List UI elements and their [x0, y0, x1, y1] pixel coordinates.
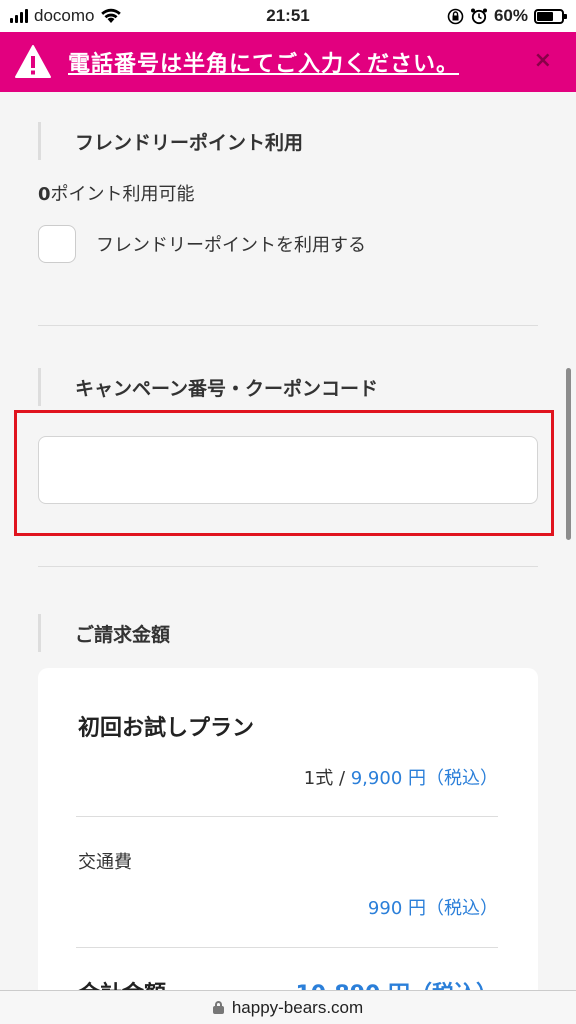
billing-heading: ご請求金額: [38, 614, 170, 652]
card-divider: [76, 816, 498, 817]
available-points: 0ポイント利用可能: [38, 180, 195, 206]
section-divider: [38, 566, 538, 567]
battery-icon: [534, 8, 567, 24]
lock-icon: [212, 1001, 224, 1014]
card-divider: [76, 947, 498, 948]
coupon-heading: キャンペーン番号・クーポンコード: [38, 368, 378, 406]
fee-price: 990 円（税込）: [367, 898, 498, 919]
coupon-heading-text: キャンペーン番号・クーポンコード: [75, 377, 379, 400]
friendly-points-heading: フレンドリーポイント利用: [38, 122, 303, 160]
use-points-row[interactable]: フレンドリーポイントを利用する: [38, 225, 366, 263]
scrollbar[interactable]: [566, 368, 571, 540]
orientation-lock-icon: [447, 8, 464, 24]
plan-price: 9,900 円（税込）: [350, 768, 498, 789]
fee-label: 交通費: [78, 852, 132, 873]
coupon-code-input[interactable]: [38, 436, 538, 504]
close-icon[interactable]: ×: [534, 48, 552, 73]
alarm-icon: [470, 8, 487, 25]
url-bar[interactable]: happy-bears.com: [0, 990, 576, 1024]
warning-icon: [15, 45, 51, 78]
use-points-checkbox[interactable]: [38, 225, 76, 263]
status-bar: docomo 21:51 60%: [0, 0, 576, 32]
billing-heading-text: ご請求金額: [75, 623, 171, 646]
alert-message-link[interactable]: 電話番号は半角にてご入力ください。: [68, 46, 459, 78]
billing-card: 初回お試しプラン 1式 / 9,900 円（税込） 交通費 990 円（税込） …: [38, 668, 538, 1008]
status-right: 60%: [447, 6, 567, 26]
plan-title: 初回お試しプラン: [78, 716, 255, 741]
use-points-label[interactable]: フレンドリーポイントを利用する: [96, 231, 366, 257]
url-domain[interactable]: happy-bears.com: [232, 998, 363, 1018]
points-suffix: ポイント利用可能: [50, 184, 195, 205]
friendly-points-heading-text: フレンドリーポイント利用: [75, 131, 304, 154]
error-alert-banner: 電話番号は半角にてご入力ください。 ×: [0, 32, 576, 92]
points-count: 0: [38, 184, 51, 205]
battery-percent: 60%: [493, 6, 528, 25]
plan-price-line: 1式 / 9,900 円（税込）: [304, 764, 498, 790]
section-divider: [38, 325, 538, 326]
plan-qty: 1式 /: [303, 768, 351, 789]
